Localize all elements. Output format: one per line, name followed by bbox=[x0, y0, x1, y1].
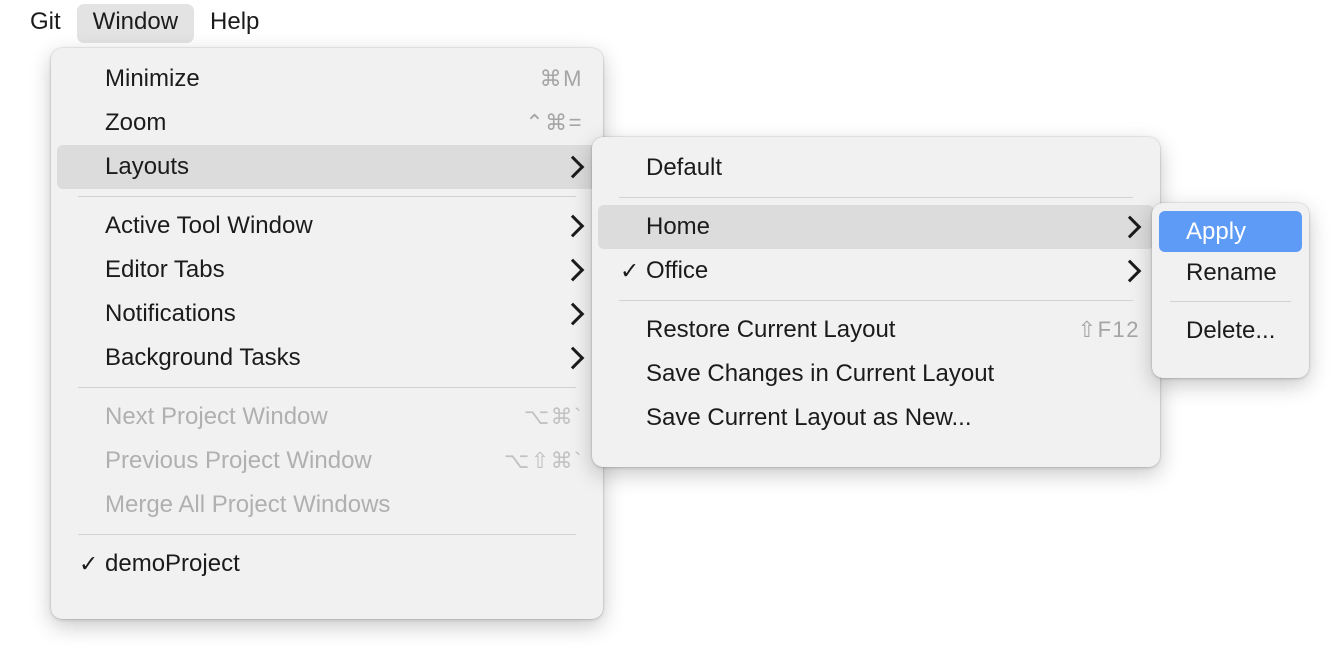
menu-separator bbox=[1170, 301, 1291, 302]
menu-item-office[interactable]: ✓ Office bbox=[598, 249, 1154, 293]
chevron-right-icon bbox=[1118, 215, 1142, 239]
menu-item-restore-current-layout-shortcut: ⇧F12 bbox=[1077, 317, 1140, 342]
menu-item-minimize-label: Minimize bbox=[105, 67, 200, 91]
menu-separator bbox=[78, 387, 576, 388]
menu-item-default[interactable]: Default bbox=[598, 146, 1154, 190]
menu-item-restore-current-layout[interactable]: Restore Current Layout ⇧F12 bbox=[598, 308, 1154, 352]
menu-item-save-current-layout-as-new-label: Save Current Layout as New... bbox=[646, 406, 972, 430]
menu-item-default-label: Default bbox=[646, 156, 723, 180]
menu-item-zoom[interactable]: Zoom ⌃⌘= bbox=[57, 101, 597, 145]
menu-item-merge-all-project-windows: Merge All Project Windows bbox=[57, 483, 597, 527]
chevron-right-icon bbox=[561, 155, 585, 179]
chevron-right-icon bbox=[561, 214, 585, 238]
menu-item-apply[interactable]: Apply bbox=[1159, 211, 1302, 252]
menu-item-previous-project-window: Previous Project Window ⌥⇧⌘` bbox=[57, 439, 597, 483]
menu-separator bbox=[78, 534, 576, 535]
menu-item-zoom-shortcut: ⌃⌘= bbox=[525, 110, 583, 135]
menu-item-editor-tabs[interactable]: Editor Tabs bbox=[57, 248, 597, 292]
menu-item-next-project-window: Next Project Window ⌥⌘` bbox=[57, 395, 597, 439]
menu-item-next-project-window-shortcut: ⌥⌘` bbox=[523, 404, 583, 429]
menu-item-office-label: Office bbox=[646, 259, 709, 283]
menu-item-active-tool-window-label: Active Tool Window bbox=[105, 214, 313, 238]
menu-item-delete[interactable]: Delete... bbox=[1159, 310, 1302, 351]
menu-item-layouts-label: Layouts bbox=[105, 155, 190, 179]
window-menu-panel: Minimize ⌘M Zoom ⌃⌘= Layouts Active Tool… bbox=[51, 48, 603, 619]
menu-item-rename[interactable]: Rename bbox=[1159, 252, 1302, 293]
menu-item-editor-tabs-label: Editor Tabs bbox=[105, 258, 225, 282]
chevron-right-icon bbox=[561, 302, 585, 326]
menu-item-minimize[interactable]: Minimize ⌘M bbox=[57, 57, 597, 101]
menu-item-previous-project-window-shortcut: ⌥⇧⌘` bbox=[503, 448, 583, 473]
layouts-submenu-panel: Default Home ✓ Office Restore Current La… bbox=[592, 137, 1160, 467]
menu-item-active-tool-window[interactable]: Active Tool Window bbox=[57, 204, 597, 248]
menu-item-notifications[interactable]: Notifications bbox=[57, 292, 597, 336]
menu-bar: Git Window Help bbox=[0, 0, 1342, 47]
menu-item-demoproject-label: demoProject bbox=[105, 552, 240, 576]
checkmark-icon: ✓ bbox=[620, 257, 640, 284]
menu-item-layouts[interactable]: Layouts bbox=[57, 145, 597, 189]
menu-item-save-changes-in-current-layout[interactable]: Save Changes in Current Layout bbox=[598, 352, 1154, 396]
layout-actions-submenu-panel: Apply Rename Delete... bbox=[1152, 203, 1309, 378]
menu-item-background-tasks-label: Background Tasks bbox=[105, 346, 301, 370]
menu-item-restore-current-layout-label: Restore Current Layout bbox=[646, 318, 896, 342]
menu-item-previous-project-window-label: Previous Project Window bbox=[105, 449, 372, 473]
menu-item-next-project-window-label: Next Project Window bbox=[105, 405, 328, 429]
menu-separator bbox=[619, 197, 1133, 198]
menu-item-merge-all-project-windows-label: Merge All Project Windows bbox=[105, 493, 391, 517]
menu-item-home[interactable]: Home bbox=[598, 205, 1154, 249]
menu-item-delete-label: Delete... bbox=[1186, 318, 1276, 343]
menu-separator bbox=[619, 300, 1133, 301]
menu-item-zoom-label: Zoom bbox=[105, 111, 167, 135]
menu-item-background-tasks[interactable]: Background Tasks bbox=[57, 336, 597, 380]
menu-item-notifications-label: Notifications bbox=[105, 302, 236, 326]
chevron-right-icon bbox=[1118, 259, 1142, 283]
menu-item-home-label: Home bbox=[646, 215, 711, 239]
chevron-right-icon bbox=[561, 346, 585, 370]
menu-item-apply-label: Apply bbox=[1186, 219, 1247, 244]
menu-item-demoproject[interactable]: ✓ demoProject bbox=[57, 542, 597, 586]
menubar-item-window[interactable]: Window bbox=[76, 4, 195, 43]
menu-item-minimize-shortcut: ⌘M bbox=[539, 66, 583, 91]
menubar-item-git[interactable]: Git bbox=[14, 4, 77, 43]
menu-item-save-changes-in-current-layout-label: Save Changes in Current Layout bbox=[646, 362, 995, 386]
menu-item-save-current-layout-as-new[interactable]: Save Current Layout as New... bbox=[598, 396, 1154, 440]
checkmark-icon: ✓ bbox=[79, 550, 99, 577]
menu-separator bbox=[78, 196, 576, 197]
menu-item-rename-label: Rename bbox=[1186, 260, 1277, 285]
chevron-right-icon bbox=[561, 258, 585, 282]
menubar-item-help[interactable]: Help bbox=[194, 4, 275, 43]
